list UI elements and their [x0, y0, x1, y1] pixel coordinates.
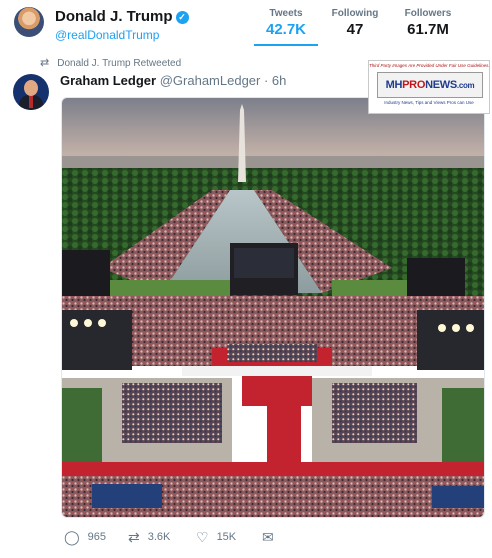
- stat-value: 42.7K: [265, 21, 307, 38]
- stat-value: 61.7M: [407, 21, 449, 38]
- profile-avatar[interactable]: [14, 7, 44, 37]
- tweet-time[interactable]: · 6h: [264, 73, 286, 88]
- heart-icon: ♡: [196, 529, 209, 545]
- logo-com: .com: [456, 81, 475, 90]
- retweet-text: Donald J. Trump Retweeted: [57, 58, 182, 69]
- verified-badge-icon: ✓: [175, 11, 189, 24]
- reply-count: 965: [87, 531, 107, 543]
- watermark-tagline: Industry News, Tips and Views Pros can U…: [384, 100, 474, 105]
- logo-news: NEWS: [425, 79, 457, 91]
- like-count: 15K: [216, 531, 237, 543]
- watermark-logo: Third Party Images Are Provided Under Fa…: [368, 60, 490, 114]
- author-avatar[interactable]: [13, 74, 49, 110]
- avatar-tie: [29, 96, 33, 108]
- retweet-context: ⇄ Donald J. Trump Retweeted: [40, 56, 181, 69]
- retweet-count: 3.6K: [147, 531, 171, 543]
- profile-name[interactable]: Donald J. Trump ✓: [55, 8, 189, 25]
- retweet-icon: ⇄: [40, 57, 50, 69]
- author-name[interactable]: Graham Ledger: [60, 73, 156, 88]
- tweets-stat[interactable]: Tweets 42.7K: [258, 8, 314, 38]
- retweet-icon: ⇄: [128, 529, 140, 545]
- reply-button[interactable]: ◯ 965: [64, 529, 106, 546]
- tweet-author-line: Graham Ledger @GrahamLedger · 6h: [60, 73, 286, 88]
- reply-icon: ◯: [64, 529, 80, 545]
- followers-stat[interactable]: Followers 61.7M: [397, 8, 459, 38]
- author-handle[interactable]: @GrahamLedger: [160, 73, 261, 88]
- logo-mh: MH: [385, 79, 403, 91]
- stat-label: Tweets: [269, 8, 303, 19]
- profile-handle[interactable]: @realDonaldTrump: [55, 28, 159, 42]
- active-tab-indicator: [254, 44, 318, 46]
- message-button[interactable]: ✉: [262, 529, 282, 546]
- stat-label: Followers: [404, 8, 452, 19]
- stat-label: Following: [331, 8, 379, 19]
- stat-value: 47: [346, 21, 364, 38]
- like-button[interactable]: ♡ 15K: [196, 529, 236, 546]
- profile-name-text: Donald J. Trump: [55, 8, 173, 25]
- tweet-photo[interactable]: [61, 97, 485, 518]
- watermark-note: Third Party Images Are Provided Under Fa…: [369, 63, 490, 68]
- retweet-button[interactable]: ⇄ 3.6K: [128, 529, 170, 546]
- avatar-face: [24, 80, 38, 96]
- tweet-photo-image: [62, 98, 484, 517]
- logo-pro: PRO: [402, 79, 426, 91]
- message-icon: ✉: [262, 529, 274, 545]
- following-stat[interactable]: Following 47: [327, 8, 383, 38]
- watermark-brand: MHPRONEWS.com: [377, 72, 483, 98]
